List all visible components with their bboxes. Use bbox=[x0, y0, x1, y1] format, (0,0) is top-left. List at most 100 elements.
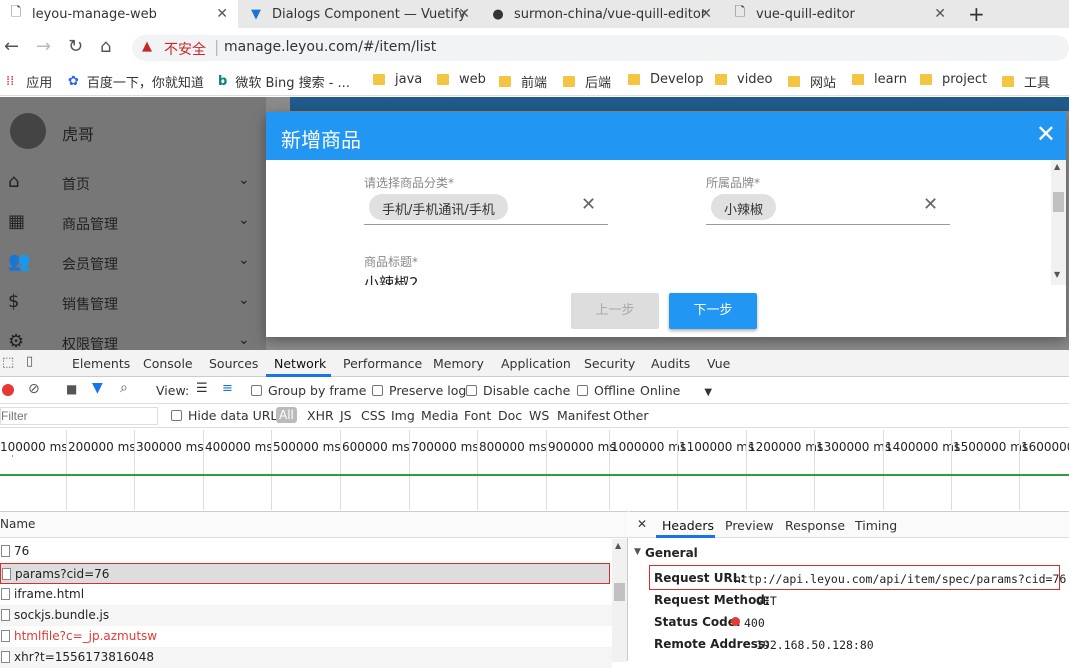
tab-audits[interactable]: Audits bbox=[651, 356, 690, 371]
list-scrollbar[interactable]: ▲ bbox=[612, 539, 627, 662]
sidebar-item-products[interactable]: ▦ 商品管理 ⌄ bbox=[0, 203, 266, 243]
filter-js[interactable]: JS bbox=[340, 408, 352, 423]
tab-headers[interactable]: Headers bbox=[662, 518, 714, 533]
category-chip[interactable]: 手机/手机通讯/手机 bbox=[369, 194, 508, 220]
camera-icon[interactable]: ■ bbox=[66, 382, 77, 396]
group-by-frame-checkbox[interactable]: Group by frame bbox=[251, 383, 366, 398]
tab-console[interactable]: Console bbox=[143, 356, 193, 371]
chevron-down-icon: ⌄ bbox=[238, 212, 250, 228]
bookmark-video[interactable]: video bbox=[715, 72, 773, 87]
bookmark-develop[interactable]: Develop bbox=[628, 72, 704, 87]
tab-security[interactable]: Security bbox=[584, 356, 635, 371]
filter-media[interactable]: Media bbox=[421, 408, 459, 423]
scroll-thumb[interactable] bbox=[614, 583, 625, 601]
bookmark-project[interactable]: project bbox=[920, 72, 987, 87]
bookmark-baidu[interactable]: ✿ 百度一下，你就知道 bbox=[68, 72, 204, 91]
request-row-selected[interactable]: params?cid=76 bbox=[0, 563, 610, 584]
filter-xhr[interactable]: XHR bbox=[307, 408, 334, 423]
tab-vue[interactable]: Vue bbox=[707, 356, 730, 371]
inspect-icon[interactable]: ⬚ bbox=[2, 355, 14, 370]
tab-timing[interactable]: Timing bbox=[855, 518, 897, 533]
offline-checkbox[interactable]: Offline bbox=[577, 383, 635, 398]
bookmark-sites[interactable]: 网站 bbox=[788, 72, 836, 91]
close-icon[interactable]: ✕ bbox=[700, 6, 712, 22]
hide-data-urls-checkbox[interactable]: Hide data URLs bbox=[171, 408, 284, 423]
prev-button[interactable]: 上一步 bbox=[571, 293, 659, 329]
clear-icon[interactable]: ⊘ bbox=[28, 381, 40, 397]
clear-icon[interactable]: ✕ bbox=[581, 194, 596, 215]
expand-triangle-icon[interactable]: ▼ bbox=[634, 547, 641, 557]
request-row[interactable]: xhr?t=1556173816048 bbox=[0, 647, 612, 668]
tab-memory[interactable]: Memory bbox=[433, 356, 484, 371]
tab-sources[interactable]: Sources bbox=[209, 356, 258, 371]
tab-application[interactable]: Application bbox=[501, 356, 571, 371]
waterfall-icon[interactable]: ≡ bbox=[222, 381, 233, 396]
bookmark-apps[interactable]: ⁞⁞ 应用 bbox=[6, 72, 52, 91]
request-row[interactable]: 76 bbox=[0, 541, 612, 562]
bookmark-web[interactable]: web bbox=[437, 72, 486, 87]
sidebar-item-home[interactable]: ⌂ 首页 ⌄ bbox=[0, 163, 266, 203]
bookmark-tools[interactable]: 工具 bbox=[1002, 72, 1050, 91]
disable-cache-checkbox[interactable]: Disable cache bbox=[466, 383, 570, 398]
filter-manifest[interactable]: Manifest bbox=[557, 408, 610, 423]
divider: | bbox=[214, 37, 220, 56]
scroll-thumb[interactable] bbox=[1053, 192, 1064, 212]
device-icon[interactable]: ▯ bbox=[26, 354, 33, 369]
brand-chip[interactable]: 小辣椒 bbox=[711, 194, 777, 220]
filter-doc[interactable]: Doc bbox=[498, 408, 522, 423]
preserve-log-checkbox[interactable]: Preserve log bbox=[372, 383, 466, 398]
filter-ws[interactable]: WS bbox=[529, 408, 549, 423]
sidebar-item-sales[interactable]: $ 销售管理 ⌄ bbox=[0, 283, 266, 323]
close-icon[interactable]: ✕ bbox=[637, 517, 647, 531]
scroll-up-icon[interactable]: ▲ bbox=[615, 541, 621, 550]
close-icon[interactable]: ✕ bbox=[934, 6, 946, 22]
new-tab-icon[interactable]: + bbox=[968, 2, 985, 26]
reload-icon[interactable]: ↻ bbox=[68, 36, 83, 57]
close-icon[interactable]: ✕ bbox=[458, 6, 470, 22]
clear-icon[interactable]: ✕ bbox=[923, 194, 938, 215]
scrollbar[interactable]: ▲ ▼ bbox=[1051, 160, 1066, 285]
bookmark-bing[interactable]: b 微软 Bing 搜索 - ... bbox=[218, 72, 350, 91]
next-button[interactable]: 下一步 bbox=[669, 293, 757, 329]
tab-github[interactable]: ● surmon-china/vue-quill-editor ✕ bbox=[482, 0, 722, 28]
filter-icon[interactable]: ▼ bbox=[92, 380, 103, 396]
tab-quill[interactable]: 🗋 vue-quill-editor ✕ bbox=[724, 0, 956, 28]
forward-icon[interactable]: → bbox=[36, 36, 51, 57]
filter-all[interactable]: All bbox=[276, 407, 297, 423]
back-icon[interactable]: ← bbox=[4, 36, 19, 57]
tab-performance[interactable]: Performance bbox=[343, 356, 422, 371]
filter-img[interactable]: Img bbox=[391, 408, 415, 423]
bookmark-backend[interactable]: 后端 bbox=[563, 72, 611, 91]
tab-response[interactable]: Response bbox=[785, 518, 845, 533]
sidebar-item-members[interactable]: 👥 会员管理 ⌄ bbox=[0, 243, 266, 283]
filter-css[interactable]: CSS bbox=[361, 408, 386, 423]
sidebar-item-permissions[interactable]: ⚙ 权限管理 ⌄ bbox=[0, 323, 266, 350]
tab-elements[interactable]: Elements bbox=[72, 356, 130, 371]
filter-input[interactable] bbox=[0, 407, 158, 425]
general-section-label[interactable]: General bbox=[645, 546, 698, 560]
tab-preview[interactable]: Preview bbox=[725, 518, 774, 533]
tab-vuetify[interactable]: ▼ Dialogs Component — Vuetify ✕ bbox=[240, 0, 480, 28]
url-field[interactable]: ▲ 不安全 | manage.leyou.com/#/item/list bbox=[132, 35, 1069, 61]
list-view-icon[interactable]: ☰ bbox=[196, 381, 208, 396]
scroll-down-icon[interactable]: ▼ bbox=[1054, 270, 1060, 279]
bookmark-java[interactable]: java bbox=[373, 72, 422, 87]
title-input[interactable]: 小辣椒2 bbox=[364, 272, 419, 285]
request-row[interactable]: iframe.html bbox=[0, 584, 612, 605]
record-icon[interactable] bbox=[2, 384, 14, 396]
request-row-error[interactable]: htmlfile?c=_jp.azmutsw bbox=[0, 626, 612, 647]
tab-network[interactable]: Network bbox=[274, 356, 326, 371]
tab-leyou[interactable]: 🗋 leyou-manage-web ✕ bbox=[0, 0, 238, 28]
filter-font[interactable]: Font bbox=[464, 408, 491, 423]
filter-other[interactable]: Other bbox=[613, 408, 649, 423]
search-icon[interactable]: ⌕ bbox=[120, 380, 128, 396]
name-column-header[interactable]: Name bbox=[0, 517, 35, 531]
home-icon[interactable]: ⌂ bbox=[100, 36, 111, 57]
request-row[interactable]: sockjs.bundle.js bbox=[0, 605, 612, 626]
close-icon[interactable]: ✕ bbox=[1036, 120, 1056, 148]
bookmark-learn[interactable]: learn bbox=[852, 72, 907, 87]
scroll-up-icon[interactable]: ▲ bbox=[1054, 162, 1060, 171]
close-icon[interactable]: ✕ bbox=[216, 6, 228, 22]
bookmark-frontend[interactable]: 前端 bbox=[499, 72, 547, 91]
throttle-select[interactable]: Online ▼ bbox=[640, 383, 712, 398]
